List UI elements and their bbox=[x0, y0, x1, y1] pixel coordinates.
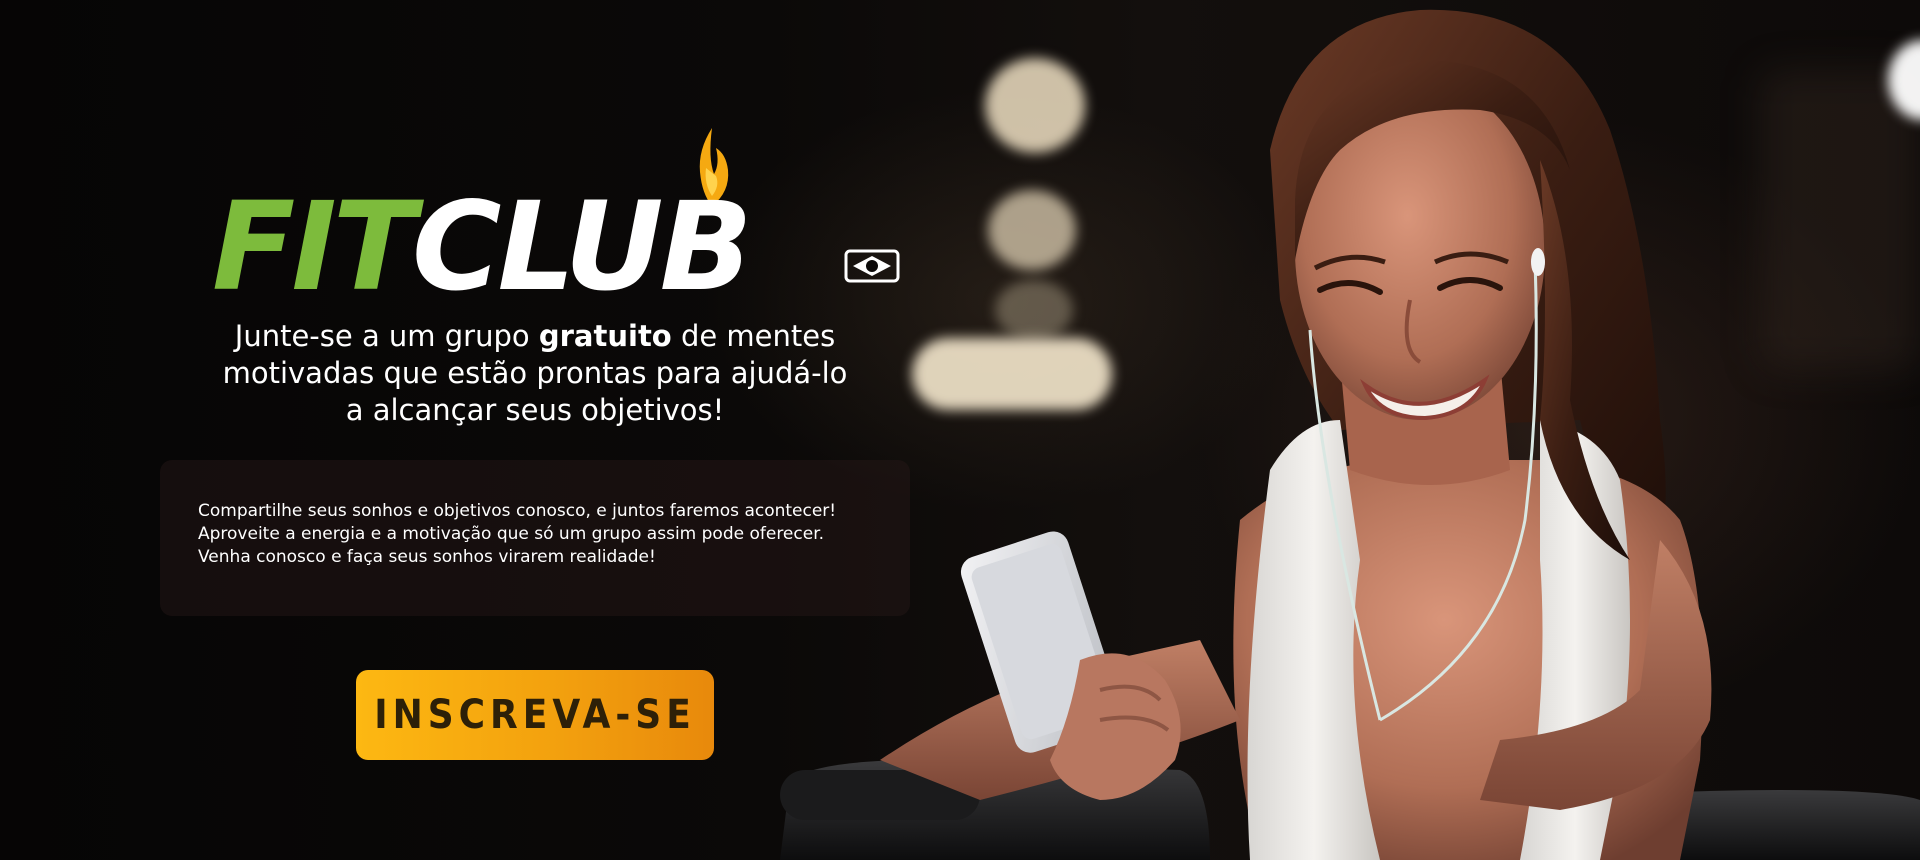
headline-line-3: a alcançar seus objetivos! bbox=[345, 393, 725, 427]
logo-fit-text: FIT bbox=[212, 176, 416, 318]
headline-line-1: Junte-se a um grupo gratuito de mentes bbox=[170, 318, 900, 355]
subscribe-button[interactable]: INSCREVA-SE bbox=[356, 670, 714, 760]
info-box: Compartilhe seus sonhos e objetivos cono… bbox=[160, 460, 910, 616]
fitclub-logo: FITCLUB bbox=[212, 120, 912, 308]
logo-wordmark: FITCLUB bbox=[212, 186, 753, 308]
hero-banner: FITCLUB Junte-se a um grupo gratuito de … bbox=[0, 0, 1920, 860]
info-line: Compartilhe seus sonhos e objetivos cono… bbox=[198, 501, 837, 521]
brazil-flag-icon bbox=[844, 249, 900, 283]
info-line: Aproveite a energia e a motivação que só… bbox=[198, 524, 825, 544]
headline-bold-text: gratuito bbox=[538, 319, 672, 353]
headline: Junte-se a um grupo gratuito de mentes m… bbox=[170, 318, 900, 429]
logo-club-text: CLUB bbox=[411, 176, 753, 318]
headline-line-2: motivadas que estão prontas para ajudá-l… bbox=[222, 356, 848, 390]
headline-text: de mentes bbox=[671, 319, 836, 353]
headline-text: Junte-se a um grupo bbox=[234, 319, 539, 353]
info-line: Venha conosco e faça seus sonhos virarem… bbox=[198, 547, 656, 567]
woman-with-phone-illustration bbox=[780, 9, 1920, 860]
